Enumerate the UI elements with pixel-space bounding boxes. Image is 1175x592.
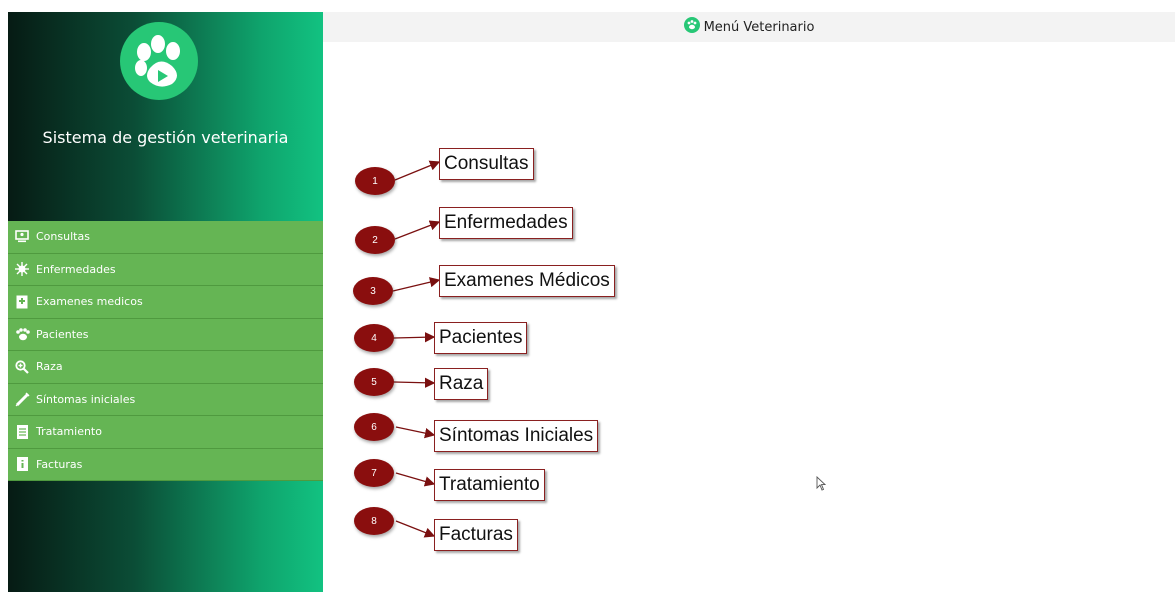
callout-number-2: 2 (355, 226, 395, 254)
callout-number-8: 8 (354, 507, 394, 535)
callout-number-7: 7 (354, 459, 394, 487)
callout-number-6: 6 (354, 413, 394, 441)
callout-label-sintomas-iniciales: Síntomas Iniciales (434, 420, 599, 452)
callout-label-tratamiento: Tratamiento (434, 469, 545, 501)
callout-number-1: 1 (355, 167, 395, 195)
mouse-cursor-icon (816, 475, 827, 496)
arrow-1 (394, 160, 441, 181)
arrow-4 (393, 332, 436, 343)
callout-label-consultas: Consultas (439, 148, 534, 180)
callout-label-enfermedades: Enfermedades (439, 207, 573, 239)
arrow-6 (395, 426, 436, 439)
arrow-5 (393, 377, 436, 388)
callout-number-4: 4 (354, 324, 394, 352)
arrow-2 (394, 220, 441, 240)
callout-number-5: 5 (354, 368, 394, 396)
arrow-8 (395, 520, 436, 538)
arrow-3 (392, 277, 441, 292)
arrow-7 (395, 472, 436, 487)
callout-label-examenes-medicos: Examenes Médicos (439, 265, 615, 297)
callout-number-3: 3 (353, 277, 393, 305)
callout-label-pacientes: Pacientes (434, 322, 528, 354)
callout-label-facturas: Facturas (434, 519, 518, 551)
callout-label-raza: Raza (434, 368, 489, 400)
